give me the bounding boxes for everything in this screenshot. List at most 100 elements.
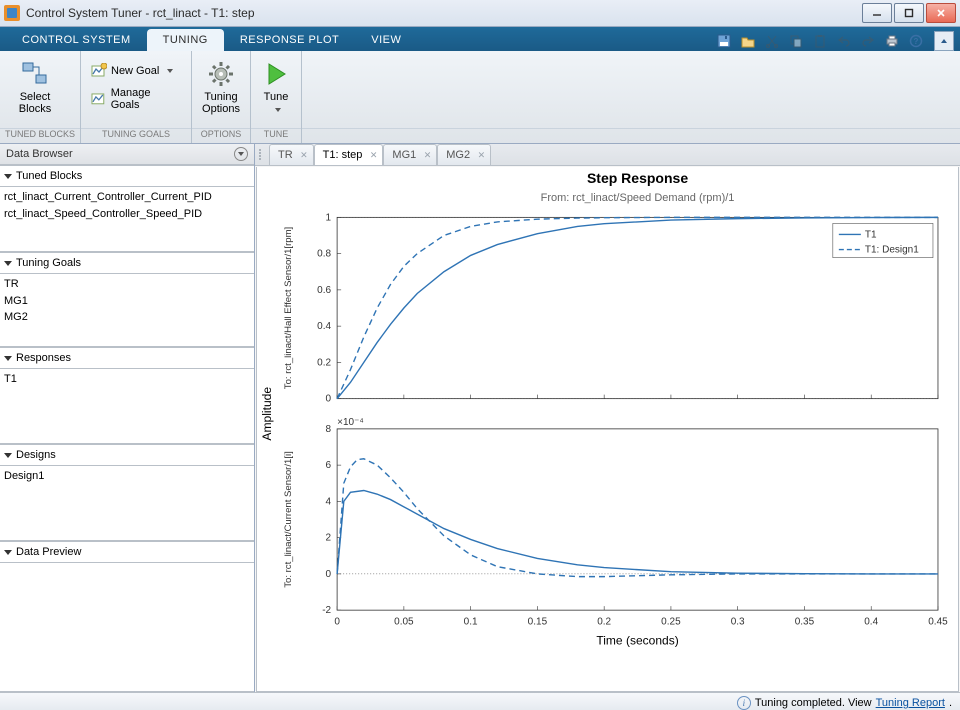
- undo-icon[interactable]: [834, 31, 854, 51]
- document-tab-label: TR: [278, 149, 293, 161]
- svg-text:6: 6: [326, 460, 332, 471]
- tab-control-system[interactable]: CONTROL SYSTEM: [6, 29, 147, 51]
- tuning-goals-header[interactable]: Tuning Goals: [0, 252, 254, 274]
- redo-icon[interactable]: [858, 31, 878, 51]
- responses-header[interactable]: Responses: [0, 347, 254, 369]
- info-icon: i: [737, 696, 751, 710]
- svg-text:1: 1: [326, 212, 332, 223]
- svg-text:0.35: 0.35: [795, 616, 815, 627]
- status-period: .: [949, 697, 952, 709]
- svg-text:0: 0: [334, 616, 340, 627]
- close-tab-icon[interactable]: ✕: [370, 150, 378, 161]
- new-goal-button[interactable]: New Goal: [87, 59, 185, 83]
- group-label-tune: TUNE: [251, 128, 301, 143]
- plot-area[interactable]: Step ResponseFrom: rct_linact/Speed Dema…: [256, 167, 959, 692]
- maximize-button[interactable]: [894, 3, 924, 23]
- svg-text:0.15: 0.15: [528, 616, 548, 627]
- document-tab[interactable]: T1: step ✕: [314, 144, 384, 165]
- svg-text:0.45: 0.45: [928, 616, 948, 627]
- app-icon: [4, 5, 20, 21]
- select-blocks-button[interactable]: Select Blocks: [6, 55, 64, 115]
- responses-list[interactable]: T1: [0, 369, 254, 444]
- svg-text:T1: Design1: T1: Design1: [865, 245, 919, 256]
- list-item[interactable]: T1: [4, 371, 250, 388]
- close-tab-icon[interactable]: ✕: [478, 150, 486, 161]
- tuned-blocks-list[interactable]: rct_linact_Current_Controller_Current_PI…: [0, 187, 254, 252]
- list-item[interactable]: MG2: [4, 309, 250, 326]
- list-item[interactable]: rct_linact_Speed_Controller_Speed_PID: [4, 206, 250, 223]
- play-icon: [261, 59, 291, 89]
- copy-icon[interactable]: [786, 31, 806, 51]
- minimize-button[interactable]: [862, 3, 892, 23]
- tuning-report-link[interactable]: Tuning Report: [876, 697, 945, 709]
- svg-text:To: rct_linact/Hall Effect Sen: To: rct_linact/Hall Effect Sensor/1[rpm]: [283, 227, 294, 389]
- cut-icon[interactable]: [762, 31, 782, 51]
- list-item[interactable]: MG1: [4, 293, 250, 310]
- tab-grip-icon[interactable]: [259, 144, 265, 165]
- svg-text:To: rct_linact/Current Sensor/: To: rct_linact/Current Sensor/1[i]: [283, 451, 294, 588]
- designs-list[interactable]: Design1: [0, 466, 254, 541]
- svg-text:0.4: 0.4: [864, 616, 878, 627]
- tune-label: Tune: [264, 91, 289, 115]
- toolstrip: Select Blocks TUNED BLOCKS New Goal Mana…: [0, 51, 960, 144]
- document-tab-label: MG2: [446, 149, 470, 161]
- designs-header[interactable]: Designs: [0, 444, 254, 466]
- document-tab-label: T1: step: [323, 149, 363, 161]
- select-blocks-icon: [20, 59, 50, 89]
- data-browser-header: Data Browser: [0, 144, 254, 165]
- toolstrip-tab-bar: CONTROL SYSTEM TUNING RESPONSE PLOT VIEW…: [0, 27, 960, 51]
- gear-icon: [206, 59, 236, 89]
- tuning-options-button[interactable]: Tuning Options: [198, 55, 244, 115]
- list-item[interactable]: Design1: [4, 468, 250, 485]
- tuned-blocks-header[interactable]: Tuned Blocks: [0, 165, 254, 187]
- select-blocks-label: Select Blocks: [19, 91, 51, 115]
- svg-text:0: 0: [326, 394, 332, 405]
- svg-text:0.4: 0.4: [317, 321, 331, 332]
- svg-text:0.3: 0.3: [731, 616, 745, 627]
- manage-goals-button[interactable]: Manage Goals: [87, 87, 185, 111]
- tab-tuning[interactable]: TUNING: [147, 29, 224, 51]
- group-label-options: OPTIONS: [192, 128, 250, 143]
- group-label-tuning-goals: TUNING GOALS: [81, 128, 191, 143]
- svg-text:?: ?: [914, 37, 919, 46]
- svg-text:0.2: 0.2: [317, 357, 331, 368]
- window-titlebar: Control System Tuner - rct_linact - T1: …: [0, 0, 960, 27]
- close-tab-icon[interactable]: ✕: [300, 150, 308, 161]
- svg-text:8: 8: [326, 424, 332, 435]
- window-title: Control System Tuner - rct_linact - T1: …: [26, 6, 860, 20]
- save-session-icon[interactable]: [714, 31, 734, 51]
- print-icon[interactable]: [882, 31, 902, 51]
- help-icon[interactable]: ?: [906, 31, 926, 51]
- group-label-tuned-blocks: TUNED BLOCKS: [0, 128, 80, 143]
- data-preview-header[interactable]: Data Preview: [0, 541, 254, 563]
- caret-down-icon: [275, 108, 281, 112]
- panel-menu-icon[interactable]: [234, 147, 248, 161]
- open-session-icon[interactable]: [738, 31, 758, 51]
- list-item[interactable]: rct_linact_Current_Controller_Current_PI…: [4, 189, 250, 206]
- svg-text:Time (seconds): Time (seconds): [596, 633, 678, 647]
- document-tab[interactable]: MG2 ✕: [437, 144, 491, 165]
- status-text: Tuning completed. View: [755, 697, 872, 709]
- document-tab[interactable]: TR ✕: [269, 144, 314, 165]
- list-item[interactable]: TR: [4, 276, 250, 293]
- document-tab-label: MG1: [392, 149, 416, 161]
- svg-text:4: 4: [326, 496, 332, 507]
- paste-icon[interactable]: [810, 31, 830, 51]
- tab-response-plot[interactable]: RESPONSE PLOT: [224, 29, 355, 51]
- document-tab-bar: TR ✕ T1: step ✕ MG1 ✕ MG2 ✕: [255, 144, 960, 166]
- svg-text:0.2: 0.2: [597, 616, 611, 627]
- tune-button[interactable]: Tune: [257, 55, 295, 115]
- close-button[interactable]: [926, 3, 956, 23]
- data-browser-panel: Data Browser Tuned Blocks rct_linact_Cur…: [0, 144, 255, 692]
- document-tab[interactable]: MG1 ✕: [383, 144, 437, 165]
- manage-goals-label: Manage Goals: [111, 87, 181, 111]
- tab-view[interactable]: VIEW: [355, 29, 417, 51]
- tuning-goals-list[interactable]: TRMG1MG2: [0, 274, 254, 347]
- new-goal-label: New Goal: [111, 65, 159, 77]
- close-tab-icon[interactable]: ✕: [424, 150, 432, 161]
- data-preview-list[interactable]: [0, 563, 254, 692]
- collapse-toolstrip-button[interactable]: [934, 31, 954, 51]
- svg-text:From: rct_linact/Speed Demand: From: rct_linact/Speed Demand (rpm)/1: [541, 192, 735, 204]
- data-browser-title: Data Browser: [6, 148, 73, 160]
- svg-text:T1: T1: [865, 229, 877, 240]
